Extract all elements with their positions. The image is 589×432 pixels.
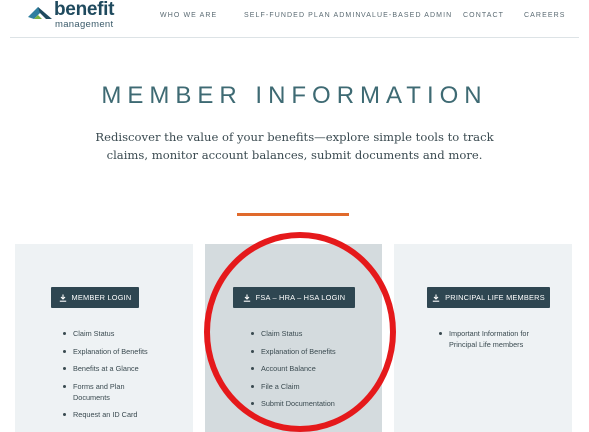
nav-contact[interactable]: CONTACT [463, 12, 504, 19]
page-subtitle: Rediscover the value of your benefits—ex… [95, 130, 494, 162]
list-item: Claim Status [63, 328, 183, 339]
list-item: Explanation of Benefits [63, 346, 183, 357]
site-header: benefit management WHO WE ARE SELF-FUNDE… [0, 0, 589, 36]
member-login-card: MEMBER LOGIN Claim Status Explanation of… [15, 244, 193, 432]
accent-divider [237, 213, 349, 216]
member-login-button[interactable]: MEMBER LOGIN [51, 287, 139, 308]
list-item: Account Balance [251, 363, 371, 374]
header-divider [10, 37, 579, 38]
nav-who-we-are[interactable]: WHO WE ARE [160, 12, 217, 19]
fsa-hra-hsa-card: FSA – HRA – HSA LOGIN Claim Status Expla… [205, 244, 382, 432]
fsa-hra-hsa-list: Claim Status Explanation of Benefits Acc… [251, 328, 371, 416]
list-item: Explanation of Benefits [251, 346, 371, 357]
download-icon [243, 294, 250, 302]
member-login-label: MEMBER LOGIN [71, 293, 132, 302]
main-nav: WHO WE ARE SELF-FUNDED PLAN ADMIN VALUE-… [0, 12, 589, 26]
fsa-hra-hsa-login-button[interactable]: FSA – HRA – HSA LOGIN [233, 287, 355, 308]
list-item: Request an ID Card [63, 409, 183, 420]
principal-life-card: PRINCIPAL LIFE MEMBERS Important Informa… [394, 244, 572, 432]
principal-life-members-button[interactable]: PRINCIPAL LIFE MEMBERS [427, 287, 550, 308]
list-item: Forms and Plan Documents [63, 381, 155, 403]
page-title: MEMBER INFORMATION [101, 82, 488, 109]
fsa-hra-hsa-login-label: FSA – HRA – HSA LOGIN [255, 293, 346, 302]
list-item: Claim Status [251, 328, 371, 339]
download-icon [432, 294, 440, 302]
nav-value-based-admin[interactable]: VALUE-BASED ADMIN [361, 12, 452, 19]
member-login-list: Claim Status Explanation of Benefits Ben… [63, 328, 183, 427]
principal-life-list: Important Information for Principal Life… [439, 328, 549, 350]
download-icon [59, 294, 66, 302]
list-item: File a Claim [251, 381, 371, 392]
list-item: Submit Documentation [251, 398, 371, 409]
nav-self-funded-plan-admin[interactable]: SELF-FUNDED PLAN ADMIN [244, 12, 362, 19]
list-item: Important Information for Principal Life… [439, 328, 535, 350]
list-item: Benefits at a Glance [63, 363, 183, 374]
nav-careers[interactable]: CAREERS [524, 12, 566, 19]
principal-life-members-label: PRINCIPAL LIFE MEMBERS [445, 293, 545, 302]
